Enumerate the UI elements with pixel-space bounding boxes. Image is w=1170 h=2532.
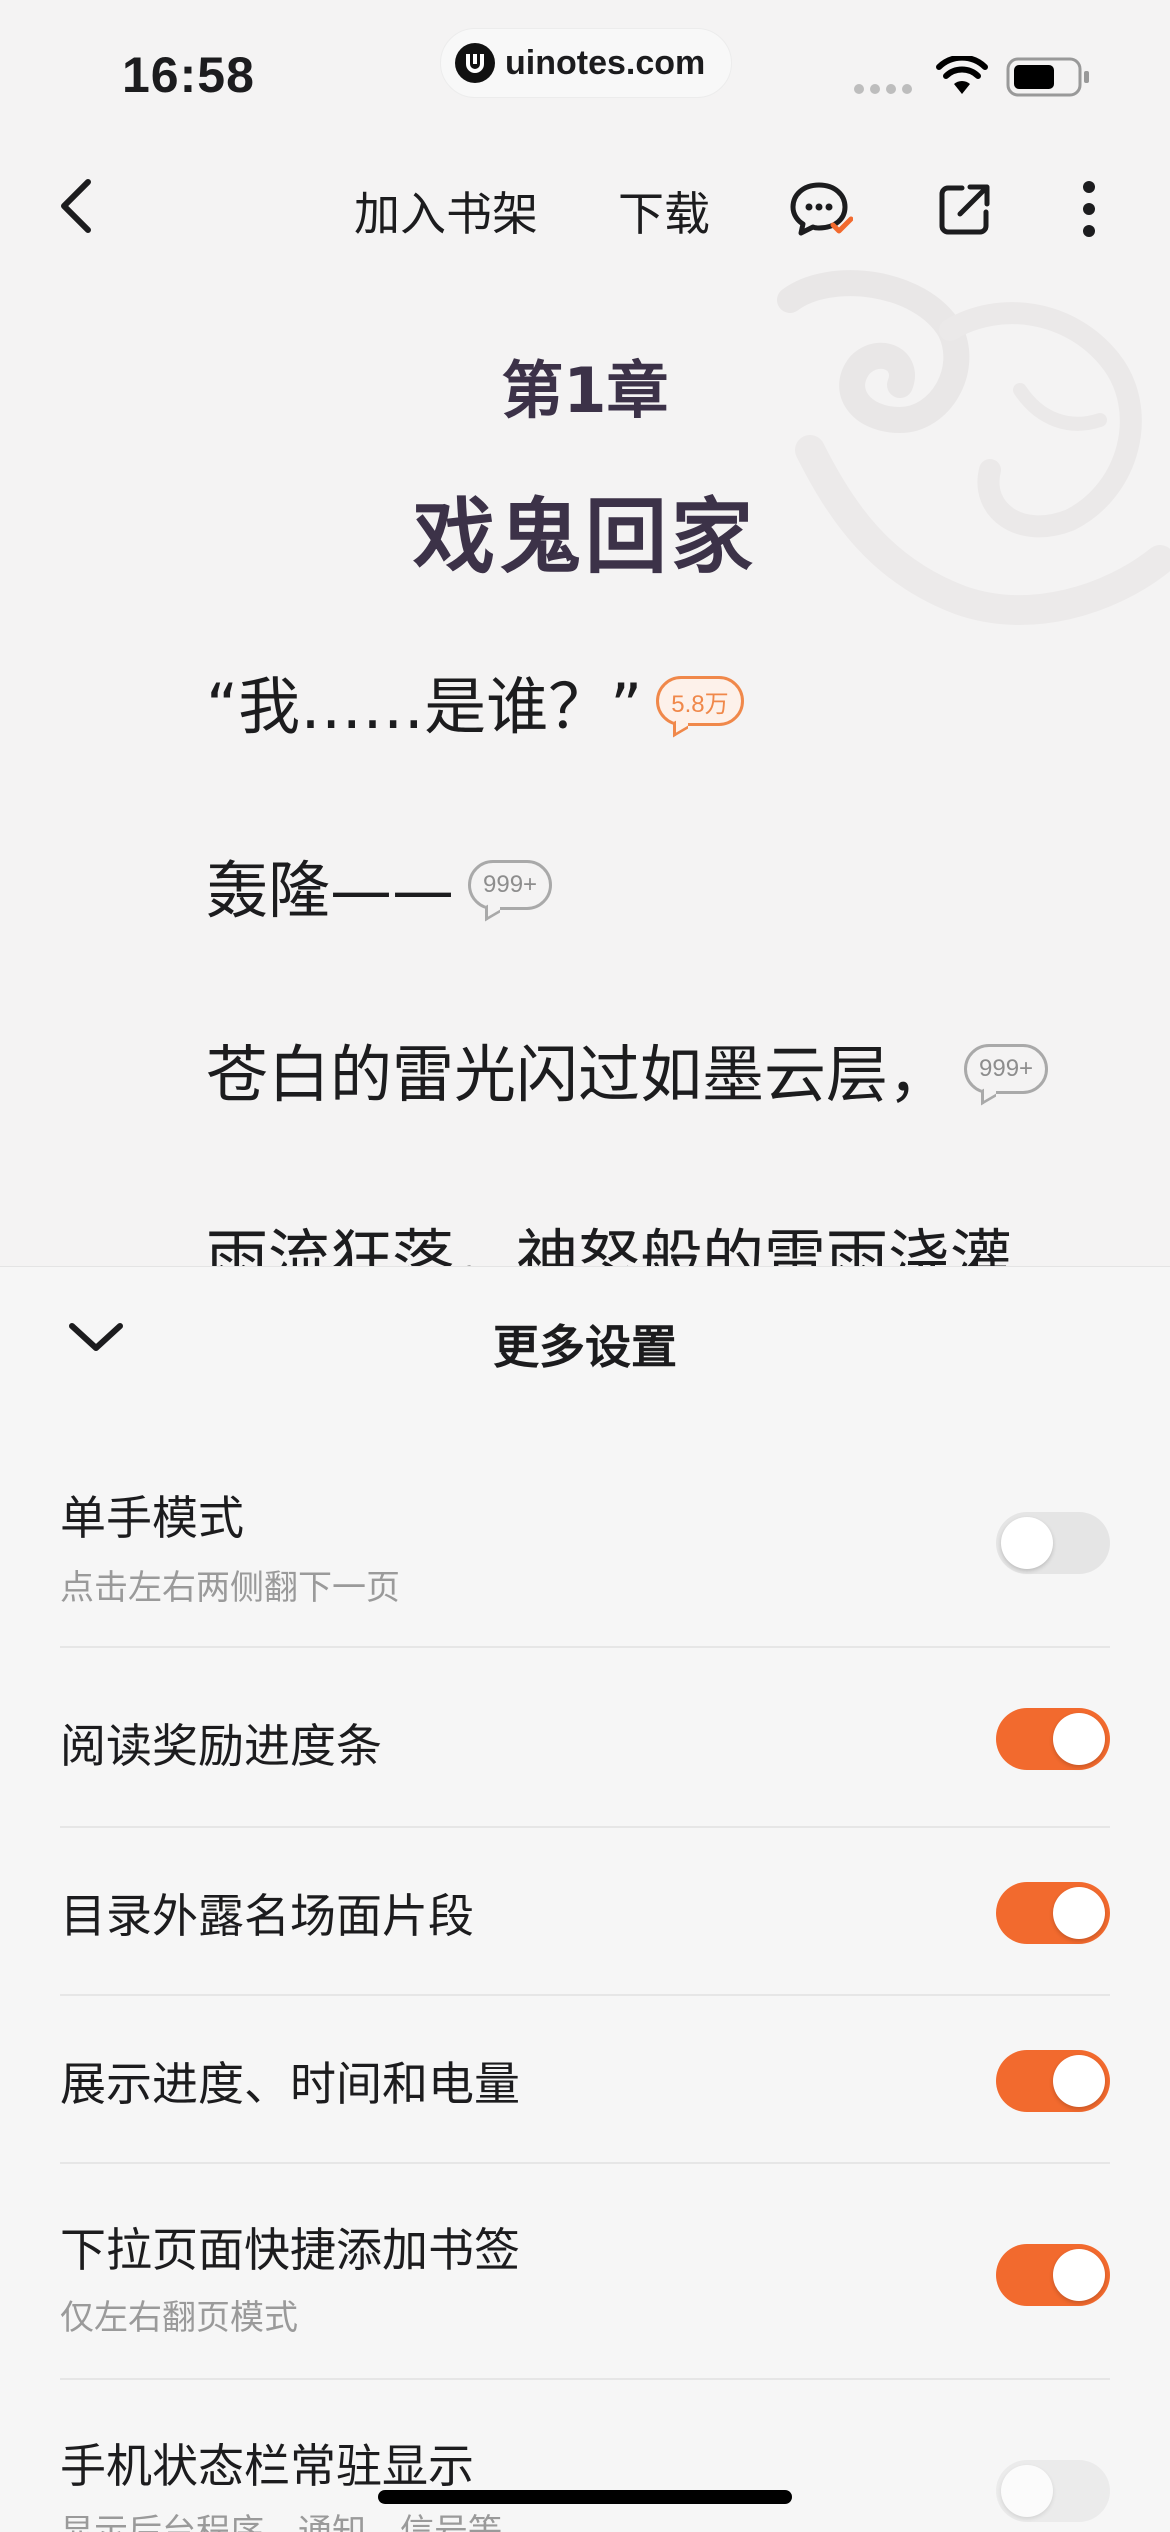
back-button[interactable] bbox=[40, 170, 112, 242]
setting-title: 目录外露名场面片段 bbox=[60, 1889, 474, 1943]
url-text: uinotes.com bbox=[505, 43, 706, 82]
setting-title: 单手模式 bbox=[60, 1491, 244, 1545]
paragraph[interactable]: 轰隆—— 999+ bbox=[206, 840, 553, 930]
cellular-signal-icon bbox=[854, 84, 912, 94]
status-bar-always-toggle[interactable] bbox=[996, 2460, 1110, 2522]
paragraph-text: 轰隆—— bbox=[206, 854, 455, 927]
paragraph-text: “我……是谁？” bbox=[206, 670, 643, 743]
setting-subtitle: 显示后台程序、通知、信号等 bbox=[60, 2512, 502, 2532]
pull-bookmark-toggle[interactable] bbox=[996, 2244, 1110, 2306]
paragraph-comment-badge[interactable]: 5.8万 bbox=[656, 676, 744, 726]
sheet-title: 更多设置 bbox=[493, 1320, 677, 1374]
setting-subtitle: 仅左右翻页模式 bbox=[60, 2298, 298, 2338]
status-time: 16:58 bbox=[122, 47, 255, 103]
chapter-number: 第1章 bbox=[501, 354, 669, 427]
comment-check-icon bbox=[790, 182, 853, 236]
setting-title: 手机状态栏常驻显示 bbox=[60, 2439, 474, 2493]
setting-row-pull-bookmark: 下拉页面快捷添加书签 仅左右翻页模式 bbox=[60, 2164, 1110, 2380]
back-chevron-icon bbox=[61, 179, 91, 233]
setting-row-status-bar-always: 手机状态栏常驻显示 显示后台程序、通知、信号等 bbox=[60, 2380, 1110, 2532]
home-indicator bbox=[378, 2490, 792, 2504]
setting-row-one-hand-mode: 单手模式 点击左右两侧翻下一页 bbox=[60, 1440, 1110, 1648]
catalog-scenes-toggle[interactable] bbox=[996, 1882, 1110, 1944]
paragraph[interactable]: 雨流狂落，神怒般的雷雨浇灌 bbox=[206, 1208, 1012, 1266]
watermark-art-icon bbox=[777, 270, 1170, 625]
share-button[interactable] bbox=[930, 174, 1000, 244]
paragraph[interactable]: 苍白的雷光闪过如墨云层， 999+ bbox=[206, 1024, 1049, 1114]
status-bar: 16:58 uinotes.com bbox=[0, 0, 1170, 130]
paragraph[interactable]: “我……是谁？” 5.8万 bbox=[206, 656, 744, 746]
paragraph-text: 雨流狂落，神怒般的雷雨浇灌 bbox=[206, 1222, 1013, 1266]
paragraph-comment-badge[interactable]: 999+ bbox=[468, 860, 553, 910]
share-icon bbox=[939, 184, 990, 235]
reward-progress-toggle[interactable] bbox=[996, 1708, 1110, 1770]
more-vertical-icon bbox=[1083, 181, 1095, 237]
setting-title: 展示进度、时间和电量 bbox=[60, 2057, 520, 2111]
setting-title: 阅读奖励进度条 bbox=[60, 1719, 382, 1773]
url-pill[interactable]: uinotes.com bbox=[440, 28, 732, 98]
setting-row-reward-progress: 阅读奖励进度条 bbox=[60, 1648, 1110, 1828]
setting-subtitle: 点击左右两侧翻下一页 bbox=[60, 1568, 400, 1608]
setting-row-catalog-scenes: 目录外露名场面片段 bbox=[60, 1828, 1110, 1996]
comment-button[interactable] bbox=[786, 174, 856, 244]
one-hand-mode-toggle[interactable] bbox=[996, 1512, 1110, 1574]
more-button[interactable] bbox=[1054, 174, 1124, 244]
add-to-shelf-button[interactable]: 加入书架 bbox=[354, 178, 538, 244]
reader-toolbar: 加入书架 下载 bbox=[0, 150, 1170, 260]
chapter-title: 戏鬼回家 bbox=[412, 490, 757, 585]
battery-icon bbox=[1006, 57, 1089, 97]
show-progress-time-battery-toggle[interactable] bbox=[996, 2050, 1110, 2112]
paragraph-comment-badge[interactable]: 999+ bbox=[964, 1044, 1049, 1094]
reading-area[interactable]: 第1章 戏鬼回家 “我……是谁？” 5.8万 轰隆—— 999+ 苍白的雷光闪过… bbox=[0, 260, 1170, 1266]
download-button[interactable]: 下载 bbox=[618, 178, 710, 244]
setting-title: 下拉页面快捷添加书签 bbox=[60, 2223, 520, 2277]
wifi-icon bbox=[936, 56, 988, 94]
site-logo-icon bbox=[455, 43, 495, 83]
setting-row-show-progress-time-battery: 展示进度、时间和电量 bbox=[60, 1996, 1110, 2164]
paragraph-text: 苍白的雷光闪过如墨云层， bbox=[206, 1038, 951, 1111]
